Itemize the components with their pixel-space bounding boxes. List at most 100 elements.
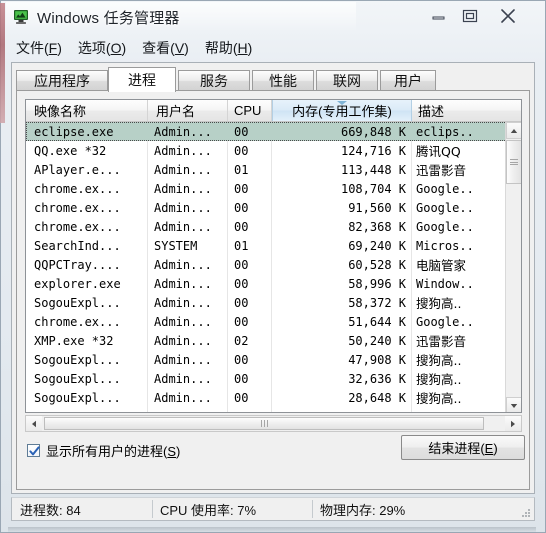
menu-item-view[interactable]: 查看(V): [134, 36, 197, 60]
table-row[interactable]: chrome.ex... Admin... 00 51,644 K Google…: [26, 312, 507, 331]
table-row[interactable]: XMP.exe *32 Admin... 02 50,240 K 迅雷影音: [26, 331, 507, 350]
column-header-description[interactable]: 描述: [412, 100, 507, 121]
scroll-right-icon[interactable]: [505, 416, 521, 431]
cell-cpu: 00: [234, 352, 249, 367]
end-process-button-label: 结束进程(E): [428, 441, 498, 456]
cell-description: Google..: [416, 181, 474, 196]
menu-item-file[interactable]: 文件(F): [8, 36, 70, 60]
cell-memory: 669,848 K: [340, 124, 406, 139]
cell-cpu: 00: [234, 143, 249, 158]
cell-cpu: 00: [234, 124, 249, 139]
cell-image-name: SogouExpl...: [34, 371, 121, 386]
table-row[interactable]: APlayer.e... Admin... 01 113,448 K 迅雷影音: [26, 160, 507, 179]
scroll-up-icon[interactable]: [506, 122, 521, 139]
tab-performance[interactable]: 性能: [252, 70, 314, 91]
cell-cpu: 02: [234, 333, 249, 348]
tab-page-processes: 映像名称 用户名 CPU 内存(专用工作集) 描述 eclipse.exe Ad…: [16, 90, 530, 490]
table-row[interactable]: SogouExpl... Admin... 00 47,908 K 搜狗高..: [26, 350, 507, 369]
horizontal-scrollbar-thumb[interactable]: [44, 417, 484, 430]
cell-description: 搜狗高..: [416, 391, 462, 406]
column-header-memory[interactable]: 内存(专用工作集): [272, 100, 412, 121]
tab-processes[interactable]: 进程: [108, 67, 176, 92]
client-area: 应用程序 进程 服务 性能 联网 用户 映像名称 用户名 CPU 内存(专用工作…: [11, 62, 535, 494]
cell-memory: 91,560 K: [348, 200, 406, 215]
cell-description: Window..: [416, 276, 474, 291]
status-cpu-usage: CPU 使用率: 7%: [160, 502, 257, 518]
cell-description: 迅雷影音: [416, 163, 467, 178]
cell-cpu: 00: [234, 257, 249, 272]
column-header-user-name[interactable]: 用户名: [148, 100, 228, 121]
cell-cpu: 00: [234, 219, 249, 234]
cell-image-name: SogouExpl...: [34, 390, 121, 405]
maximize-icon[interactable]: [456, 5, 484, 27]
close-icon[interactable]: [491, 5, 525, 27]
table-row[interactable]: explorer.exe Admin... 00 58,996 K Window…: [26, 274, 507, 293]
table-row[interactable]: SearchInd... SYSTEM 01 69,240 K Micros..: [26, 236, 507, 255]
table-row[interactable]: chrome.ex... Admin... 00 91,560 K Google…: [26, 198, 507, 217]
cell-description: Google..: [416, 200, 474, 215]
cell-user-name: Admin...: [154, 124, 212, 139]
cell-description: 迅雷影音: [416, 334, 467, 349]
cell-memory: 124,716 K: [340, 143, 406, 158]
table-row[interactable]: chrome.ex... Admin... 00 108,704 K Googl…: [26, 179, 507, 198]
table-row[interactable]: QQ.exe *32 Admin... 00 124,716 K 腾讯QQ: [26, 141, 507, 160]
table-row[interactable]: eclipse.exe Admin... 00 669,848 K eclips…: [26, 122, 507, 141]
table-row[interactable]: QQPCTray.... Admin... 00 60,528 K 电脑管家: [26, 255, 507, 274]
cell-user-name: Admin...: [154, 257, 212, 272]
resize-grip-icon[interactable]: [519, 506, 531, 518]
tab-networking[interactable]: 联网: [316, 70, 378, 91]
cell-user-name: Admin...: [154, 219, 212, 234]
cell-image-name: chrome.ex...: [34, 314, 121, 329]
cell-image-name: QQ.exe *32: [34, 143, 107, 158]
cell-memory: 51,644 K: [348, 314, 406, 329]
cell-user-name: Admin...: [154, 295, 212, 310]
vertical-scrollbar[interactable]: [505, 122, 521, 412]
column-header-cpu[interactable]: CPU: [228, 100, 272, 121]
window-title: Windows 任务管理器: [37, 10, 180, 27]
scroll-down-icon[interactable]: [506, 397, 521, 412]
process-list[interactable]: 映像名称 用户名 CPU 内存(专用工作集) 描述 eclipse.exe Ad…: [25, 99, 522, 413]
table-row[interactable]: SogouExpl... Admin... 00 28,648 K 搜狗高..: [26, 388, 507, 407]
horizontal-scrollbar[interactable]: [25, 415, 522, 432]
cell-memory: 32,636 K: [348, 371, 406, 386]
cell-user-name: Admin...: [154, 200, 212, 215]
status-bar: 进程数: 84 CPU 使用率: 7% 物理内存: 29%: [11, 497, 535, 521]
checkbox-box[interactable]: [27, 444, 40, 457]
task-manager-icon: [13, 9, 30, 25]
column-header-image-name[interactable]: 映像名称: [26, 100, 148, 121]
cell-memory: 82,368 K: [348, 219, 406, 234]
cell-cpu: 01: [234, 162, 249, 177]
cell-cpu: 00: [234, 371, 249, 386]
cell-memory: 108,704 K: [340, 181, 406, 196]
cell-user-name: Admin...: [154, 314, 212, 329]
tab-services[interactable]: 服务: [178, 70, 250, 91]
cell-memory: 58,996 K: [348, 276, 406, 291]
cell-user-name: Admin...: [154, 143, 212, 158]
tab-users[interactable]: 用户: [380, 70, 436, 91]
table-row[interactable]: chrome.ex... Admin... 00 82,368 K Google…: [26, 217, 507, 236]
cell-cpu: 00: [234, 314, 249, 329]
menu-item-options[interactable]: 选项(O): [70, 36, 134, 60]
cell-cpu: 00: [234, 295, 249, 310]
cell-user-name: Admin...: [154, 276, 212, 291]
menu-item-help[interactable]: 帮助(H): [197, 36, 260, 60]
cell-image-name: QQPCTray....: [34, 257, 121, 272]
cell-memory: 69,240 K: [348, 238, 406, 253]
scroll-left-icon[interactable]: [26, 416, 42, 431]
show-all-users-checkbox[interactable]: 显示所有用户的进程(S): [27, 441, 180, 460]
table-row[interactable]: SogouExpl... Admin... 00 58,372 K 搜狗高..: [26, 293, 507, 312]
cell-image-name: APlayer.e...: [34, 162, 121, 177]
cell-cpu: 00: [234, 181, 249, 196]
table-row[interactable]: SogouExpl... Admin... 00 32,636 K 搜狗高..: [26, 369, 507, 388]
cell-description: 腾讯QQ: [416, 144, 461, 159]
cell-memory: 113,448 K: [340, 162, 406, 177]
minimize-icon[interactable]: [425, 5, 453, 27]
status-divider: [152, 500, 153, 518]
title-bar[interactable]: Windows 任务管理器: [1, 1, 545, 33]
process-list-body: eclipse.exe Admin... 00 669,848 K eclips…: [26, 122, 507, 412]
cell-image-name: SearchInd...: [34, 238, 121, 253]
cell-memory: 28,648 K: [348, 390, 406, 405]
end-process-button[interactable]: 结束进程(E): [401, 435, 525, 460]
vertical-scrollbar-thumb[interactable]: [506, 140, 521, 184]
tab-applications[interactable]: 应用程序: [16, 70, 108, 91]
